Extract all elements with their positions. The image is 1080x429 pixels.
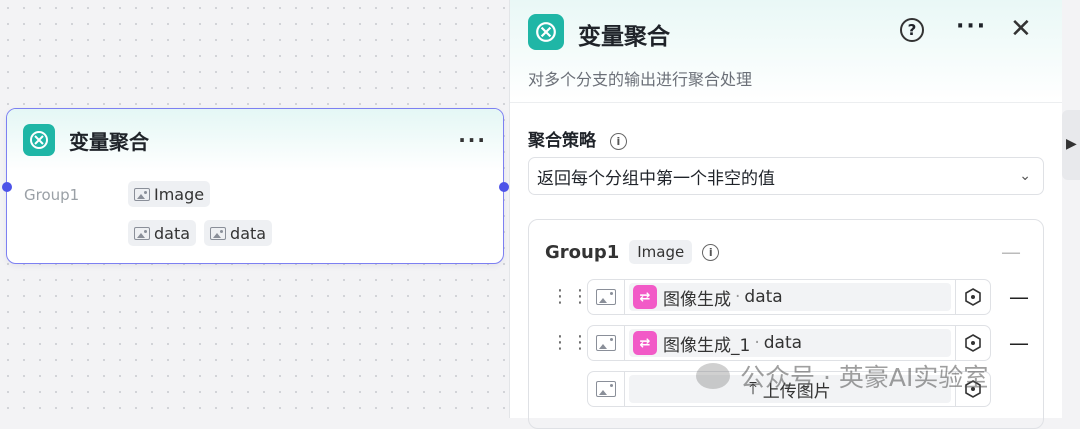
variable-picker-icon[interactable] <box>955 280 990 314</box>
right-edge-strip <box>1062 0 1080 418</box>
more-button[interactable]: ··· <box>956 14 987 39</box>
variable-picker-icon[interactable] <box>955 326 990 360</box>
strategy-title: 聚合策略 <box>528 131 596 151</box>
source-field-name: data <box>763 333 803 353</box>
type-selector[interactable] <box>588 326 625 360</box>
strategy-select[interactable]: 返回每个分组中第一个非空的值 ⌄ <box>528 157 1044 195</box>
node-title: 变量聚合 <box>69 129 149 154</box>
variable-reference[interactable]: ⇄ 图像生成_1 · data <box>629 329 951 357</box>
variable-chip: Image <box>128 181 211 207</box>
group-header: Group1 Image i <box>545 240 720 264</box>
remove-group-button[interactable]: — <box>1001 240 1021 264</box>
node-config-panel: 变量聚合 ? ··· ✕ 对多个分支的输出进行聚合处理 聚合策略 i 返回每个分… <box>509 0 1062 429</box>
chevron-down-icon: ⌄ <box>1019 168 1031 184</box>
variable-chip: data <box>204 220 273 246</box>
info-icon[interactable]: i <box>609 132 627 150</box>
watermark-text: 公众号 · 英豪AI实验室 <box>740 363 989 392</box>
node-chip-row: data data <box>128 220 280 246</box>
strategy-value: 返回每个分组中第一个非空的值 <box>537 168 775 189</box>
aggregate-icon <box>528 14 564 50</box>
variable-chip: data <box>128 220 197 246</box>
type-selector[interactable] <box>588 280 625 314</box>
group-card: Group1 Image i — ⋮⋮ ⇄ 图像生成 · data — ⋮⋮ ⇄… <box>528 219 1044 429</box>
chip-label: data <box>154 223 191 243</box>
drag-handle-icon[interactable]: ⋮⋮ <box>551 288 589 306</box>
source-node-name: 图像生成 <box>663 289 731 310</box>
workflow-canvas[interactable]: 变量聚合 ··· Group1 Image data data <box>0 0 510 418</box>
watermark: 公众号 · 英豪AI实验室 <box>696 358 988 394</box>
help-icon[interactable]: ? <box>900 18 924 42</box>
image-icon <box>596 289 616 305</box>
type-selector[interactable] <box>588 372 625 406</box>
chevron-right-icon[interactable]: ▶ <box>1066 136 1077 152</box>
image-icon <box>134 226 150 240</box>
panel-title: 变量聚合 <box>578 24 670 50</box>
group-type-badge: Image <box>629 240 693 264</box>
source-node-name: 图像生成_1 <box>663 335 751 356</box>
variable-row: ⋮⋮ ⇄ 图像生成 · data — <box>551 278 1029 316</box>
info-icon[interactable]: i <box>702 243 720 261</box>
image-generation-icon: ⇄ <box>633 331 657 355</box>
image-icon <box>596 381 616 397</box>
node-more-button[interactable]: ··· <box>458 128 487 152</box>
variable-row: ⋮⋮ ⇄ 图像生成_1 · data — <box>551 324 1029 362</box>
input-port[interactable] <box>2 182 12 192</box>
chip-label: Image <box>154 184 205 204</box>
output-port[interactable] <box>499 182 509 192</box>
strategy-heading: 聚合策略 i <box>528 126 627 151</box>
panel-header: 变量聚合 ? ··· ✕ 对多个分支的输出进行聚合处理 <box>510 0 1062 103</box>
chip-label: data <box>230 223 267 243</box>
group-name[interactable]: Group1 <box>545 242 619 263</box>
image-generation-icon: ⇄ <box>633 285 657 309</box>
drag-handle-icon[interactable]: ⋮⋮ <box>551 334 589 352</box>
panel-description: 对多个分支的输出进行聚合处理 <box>528 70 753 89</box>
image-icon <box>596 335 616 351</box>
variable-field[interactable]: ⇄ 图像生成_1 · data <box>587 325 991 361</box>
image-icon <box>134 187 150 201</box>
node-group-label: Group1 <box>24 186 80 204</box>
separator: · <box>754 333 760 353</box>
close-icon[interactable]: ✕ <box>1010 14 1032 44</box>
wechat-icon <box>696 363 730 389</box>
separator: · <box>735 287 741 307</box>
node-chip-row: Image <box>128 181 218 207</box>
image-icon <box>210 226 227 240</box>
remove-row-button[interactable]: — <box>1009 331 1029 355</box>
variable-reference[interactable]: ⇄ 图像生成 · data <box>629 283 951 311</box>
node-header: 变量聚合 ··· <box>7 109 503 171</box>
aggregate-icon <box>23 124 55 156</box>
source-field-name: data <box>744 287 783 307</box>
remove-row-button[interactable]: — <box>1009 285 1029 309</box>
variable-field[interactable]: ⇄ 图像生成 · data <box>587 279 991 315</box>
